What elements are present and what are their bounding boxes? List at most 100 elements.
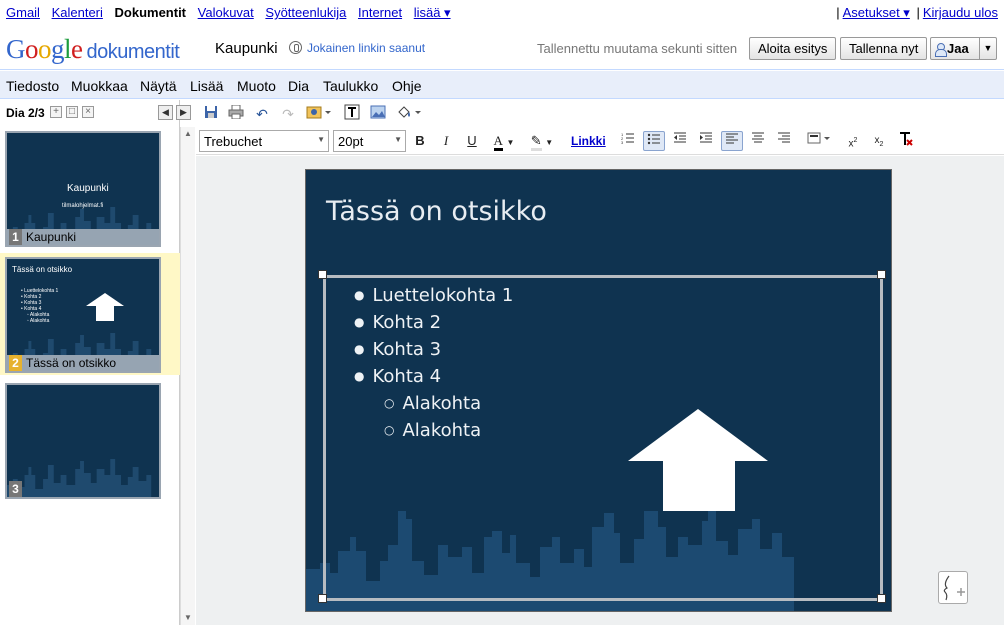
prev-slide-icon[interactable]: ◀ bbox=[158, 105, 173, 120]
account-links: | Asetukset ▾ | Kirjaudu ulos bbox=[833, 5, 998, 21]
delete-slide-icon[interactable]: × bbox=[82, 106, 94, 118]
bullet-item: Kohta 2 bbox=[354, 309, 513, 336]
resize-handle[interactable] bbox=[877, 594, 886, 603]
calendar-link[interactable]: Kalenteri bbox=[52, 5, 103, 20]
font-family-select[interactable]: Trebuchet ▼ bbox=[199, 130, 329, 152]
thumb-sub-bullet: ◦ Alakohta bbox=[27, 318, 50, 324]
svg-text:3: 3 bbox=[621, 140, 624, 145]
gmail-link[interactable]: Gmail bbox=[6, 5, 40, 20]
slide-thumbnail-1[interactable]: Kaupunki tilmalohjelmat.fi 1 Kaupunki bbox=[0, 127, 180, 249]
menu-file[interactable]: Tiedosto bbox=[6, 78, 59, 94]
bold-button[interactable]: B bbox=[409, 131, 431, 151]
reader-link[interactable]: Syötteenlukija bbox=[265, 5, 346, 20]
resize-handle[interactable] bbox=[318, 594, 327, 603]
arrow-up-icon[interactable] bbox=[628, 409, 768, 511]
save-now-button[interactable]: Tallenna nyt bbox=[840, 37, 928, 60]
link-share-icon bbox=[289, 41, 302, 54]
settings-link[interactable]: Asetukset ▾ bbox=[843, 5, 910, 20]
thumb-bullets: • Luettelokohta 1 • Kohta 2 • Kohta 3 • … bbox=[21, 288, 58, 324]
sharing-status-label: Jokainen linkin saanut bbox=[307, 41, 426, 55]
decrease-indent-icon[interactable] bbox=[669, 131, 691, 151]
superscript-icon[interactable]: x2 bbox=[842, 131, 864, 151]
align-left-icon[interactable] bbox=[721, 131, 743, 151]
highlight-color-button[interactable]: ✎ ▼ bbox=[526, 131, 558, 151]
slide-thumbnail-3[interactable]: 3 bbox=[0, 379, 180, 501]
current-slide[interactable]: Tässä on otsikko Luettelokohta 1 Kohta 2… bbox=[305, 169, 892, 612]
person-icon bbox=[935, 43, 947, 57]
sharing-status[interactable]: Jokainen linkin saanut bbox=[289, 41, 425, 55]
body-text-box[interactable]: Luettelokohta 1 Kohta 2 Kohta 3 Kohta 4 … bbox=[323, 275, 883, 601]
align-center-icon[interactable] bbox=[747, 131, 769, 151]
sidebar-scrollbar[interactable]: ▲ ▼ bbox=[180, 127, 195, 625]
italic-button[interactable]: I bbox=[435, 131, 457, 151]
font-size-select[interactable]: 20pt ▼ bbox=[333, 130, 406, 152]
underline-button[interactable]: U bbox=[461, 131, 483, 151]
next-slide-icon[interactable]: ▶ bbox=[176, 105, 191, 120]
text-color-button[interactable]: A ▼ bbox=[488, 131, 520, 151]
bulleted-list-icon[interactable] bbox=[643, 131, 665, 151]
bullet-item: Kohta 4 bbox=[354, 363, 513, 390]
numbered-list-icon[interactable]: 123 bbox=[617, 131, 639, 151]
sub-bullet-item: Alakohta bbox=[354, 417, 513, 444]
resize-handle[interactable] bbox=[877, 270, 886, 279]
save-status: Tallennettu muutama sekunti sitten bbox=[537, 41, 738, 56]
menu-table[interactable]: Taulukko bbox=[323, 78, 378, 94]
scroll-down-icon[interactable]: ▼ bbox=[184, 613, 192, 622]
insert-image-icon[interactable] bbox=[368, 104, 388, 124]
subscript-icon[interactable]: x2 bbox=[868, 131, 890, 151]
bullet-item: Luettelokohta 1 bbox=[354, 282, 513, 309]
align-right-icon[interactable] bbox=[773, 131, 795, 151]
speaker-notes-button[interactable] bbox=[938, 571, 968, 604]
fill-color-icon[interactable] bbox=[394, 104, 424, 124]
menu-view[interactable]: Näytä bbox=[140, 78, 177, 94]
start-presentation-button[interactable]: Aloita esitys bbox=[749, 37, 837, 60]
increase-indent-icon[interactable] bbox=[695, 131, 717, 151]
web-link[interactable]: Internet bbox=[358, 5, 402, 20]
logo-docs-text: dokumentit bbox=[86, 41, 180, 63]
resize-handle[interactable] bbox=[318, 270, 327, 279]
google-docs-logo[interactable]: Google dokumentit bbox=[6, 34, 180, 65]
chevron-down-icon: ▼ bbox=[317, 135, 325, 144]
save-icon[interactable] bbox=[201, 104, 221, 124]
insert-shape-icon[interactable] bbox=[304, 104, 334, 124]
share-dropdown-icon[interactable]: ▼ bbox=[979, 38, 996, 59]
slide-title[interactable]: Tässä on otsikko bbox=[326, 196, 547, 227]
slide-number: 2 bbox=[9, 355, 22, 371]
undo-icon[interactable]: ↶ bbox=[252, 104, 272, 124]
clear-formatting-icon[interactable] bbox=[895, 131, 917, 151]
font-family-value: Trebuchet bbox=[204, 134, 263, 149]
signout-link[interactable]: Kirjaudu ulos bbox=[923, 5, 998, 20]
menu-edit[interactable]: Muokkaa bbox=[71, 78, 128, 94]
thumbnail-preview: Kaupunki tilmalohjelmat.fi 1 Kaupunki bbox=[5, 131, 161, 247]
thumb-title: Kaupunki bbox=[67, 183, 109, 194]
photos-link[interactable]: Valokuvat bbox=[198, 5, 254, 20]
share-button[interactable]: Jaa ▼ bbox=[930, 37, 997, 60]
slide-sorter-header: Dia 2/3 + □ × ◀ ▶ bbox=[0, 100, 191, 127]
new-slide-icon[interactable]: + bbox=[50, 106, 62, 118]
slide-thumbnail-2[interactable]: Tässä on otsikko • Luettelokohta 1 • Koh… bbox=[0, 253, 180, 375]
menu-slide[interactable]: Dia bbox=[288, 78, 309, 94]
doc-header: Google dokumentit Kaupunki Jokainen linki… bbox=[0, 24, 1004, 70]
menu-format[interactable]: Muoto bbox=[237, 78, 276, 94]
product-links: Gmail Kalenteri Dokumentit Valokuvat Syö… bbox=[6, 5, 459, 21]
print-icon[interactable] bbox=[226, 104, 246, 124]
duplicate-slide-icon[interactable]: □ bbox=[66, 106, 78, 118]
divider: | bbox=[916, 5, 920, 20]
scroll-up-icon[interactable]: ▲ bbox=[184, 129, 192, 138]
redo-icon[interactable]: ↷ bbox=[278, 104, 298, 124]
insert-link-button[interactable]: Linkki bbox=[571, 134, 606, 148]
document-title[interactable]: Kaupunki bbox=[215, 40, 278, 57]
bullet-item: Kohta 3 bbox=[354, 336, 513, 363]
menu-insert[interactable]: Lisää bbox=[190, 78, 223, 94]
vertical-align-icon[interactable] bbox=[804, 131, 836, 151]
menu-help[interactable]: Ohje bbox=[392, 78, 422, 94]
chevron-down-icon: ▼ bbox=[394, 135, 402, 144]
format-toolbar: Trebuchet ▼ 20pt ▼ B I U A ▼ ✎ ▼ Linkki 12… bbox=[196, 127, 1004, 155]
bullet-list: Luettelokohta 1 Kohta 2 Kohta 3 Kohta 4 … bbox=[354, 282, 513, 444]
slide-caption: 1 Kaupunki bbox=[7, 229, 159, 245]
slide-canvas: Tässä on otsikko Luettelokohta 1 Kohta 2… bbox=[196, 156, 1004, 625]
text-box-icon[interactable] bbox=[342, 104, 362, 124]
documents-link: Dokumentit bbox=[114, 5, 187, 20]
more-link[interactable]: lisää ▾ bbox=[414, 5, 451, 20]
divider: | bbox=[836, 5, 840, 20]
